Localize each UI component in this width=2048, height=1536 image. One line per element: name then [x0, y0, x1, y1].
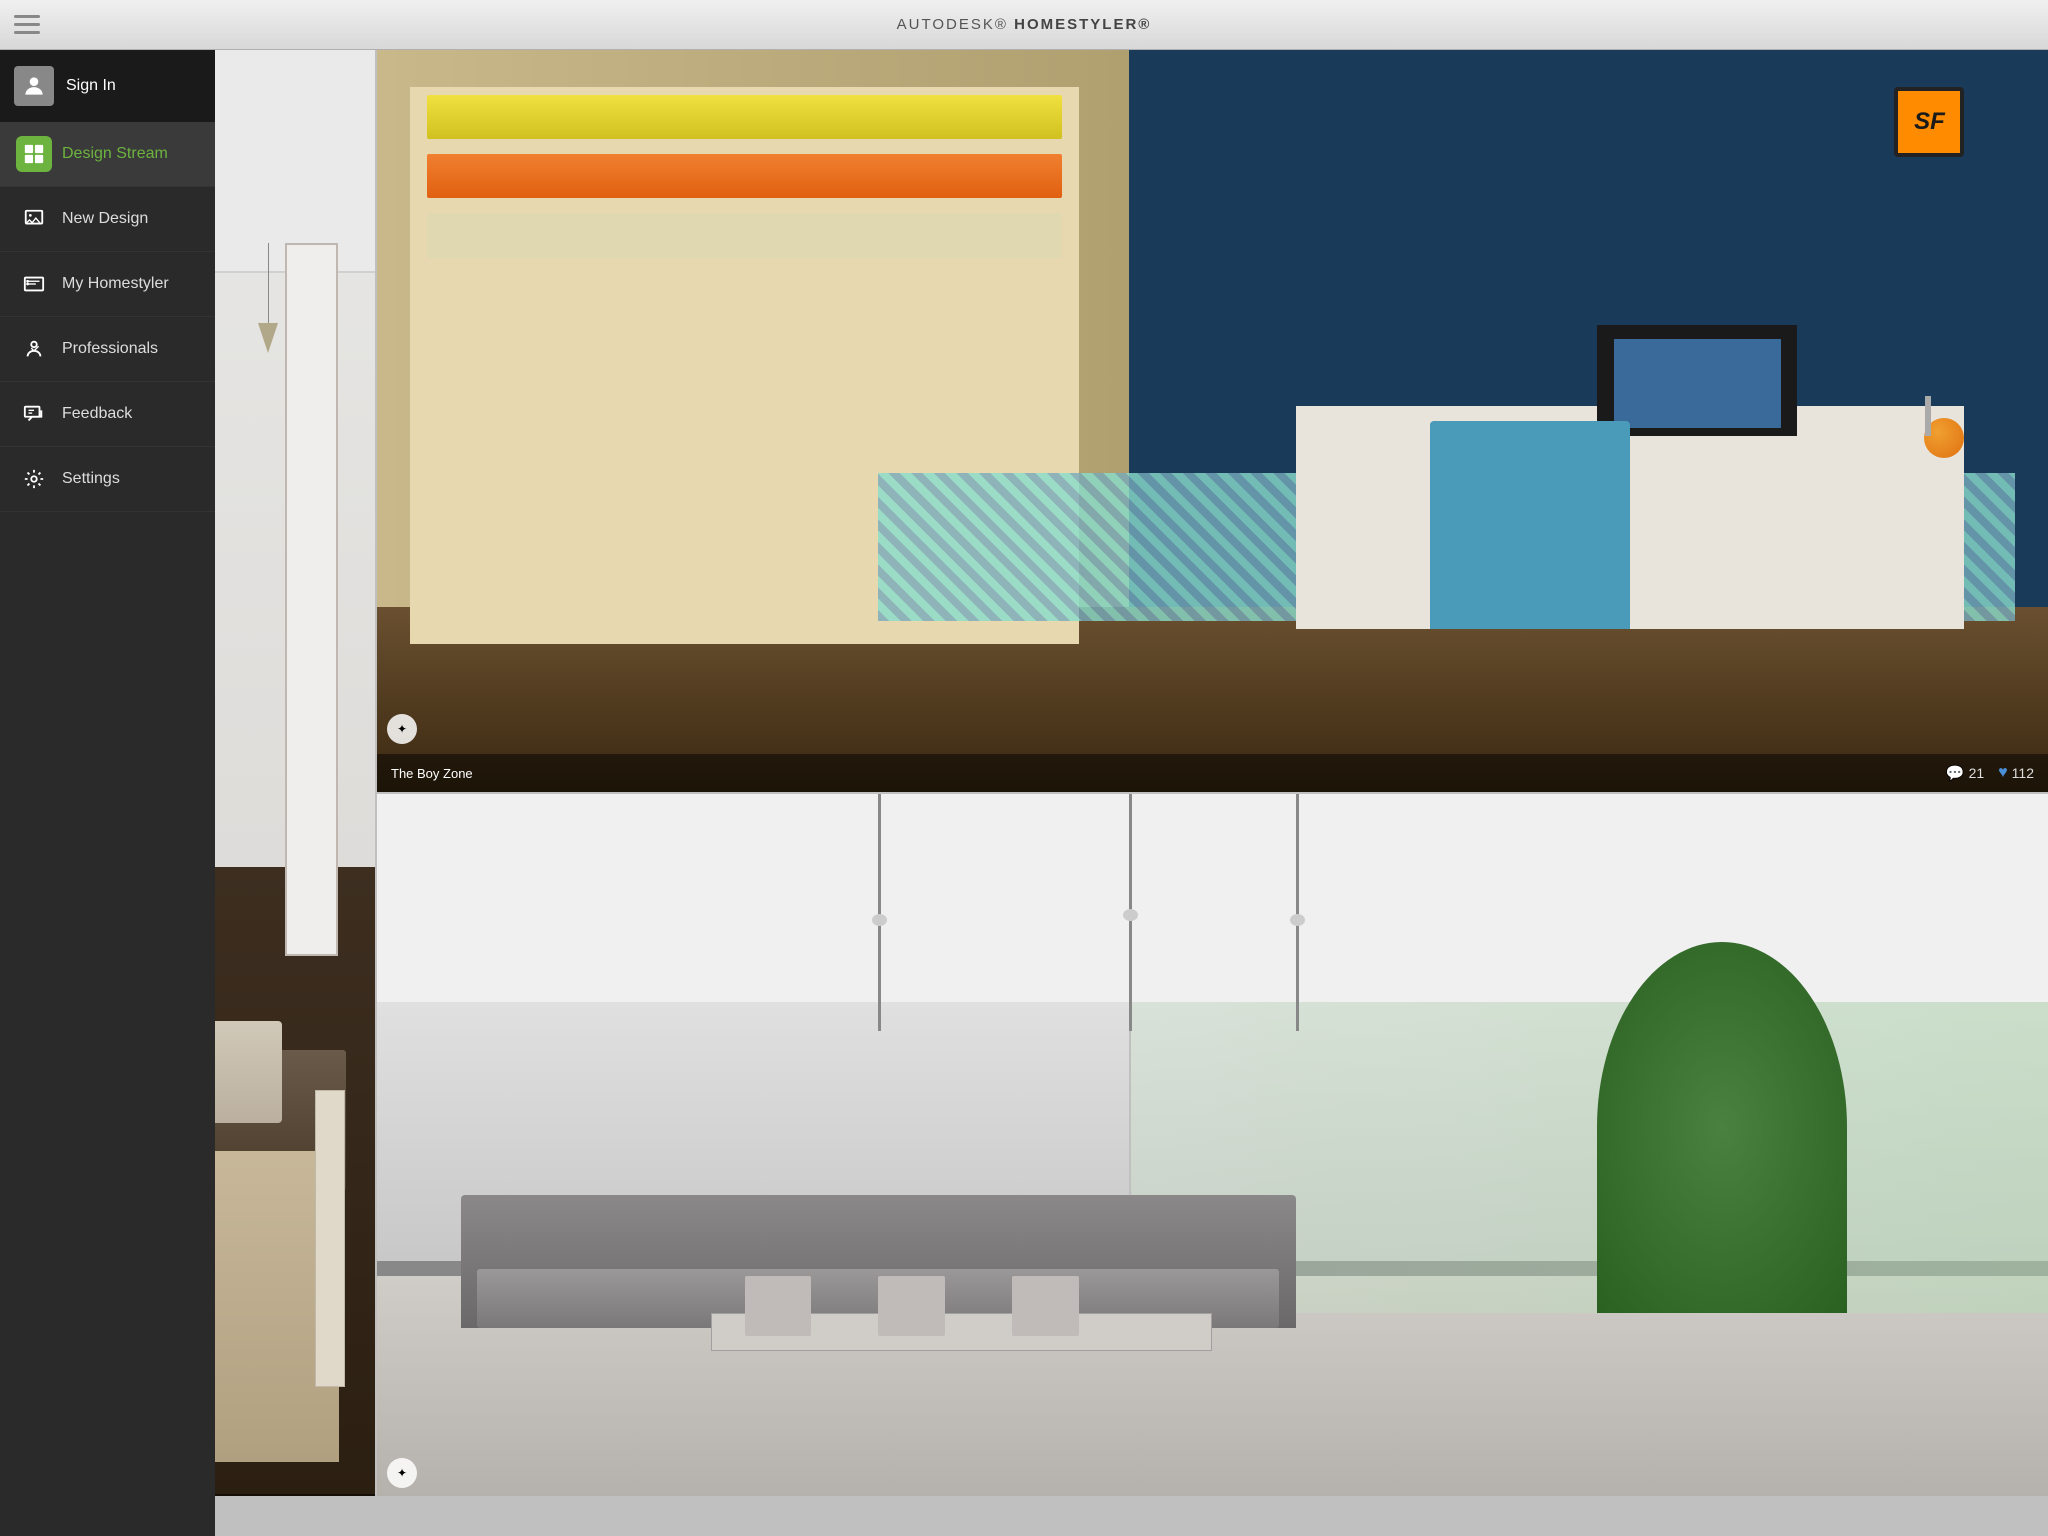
sf-logo: SF [1894, 87, 1964, 157]
like-count-tr: 112 [2012, 765, 2034, 781]
card-top-right-title: The Boy Zone [391, 766, 1946, 781]
sidebar-item-design-stream[interactable]: Design Stream [0, 122, 215, 187]
main-content: ✦ European View: Looking from the Outsid… [0, 50, 2048, 1536]
new-design-label: New Design [62, 210, 148, 228]
wand-icon-tr: ✦ [397, 722, 407, 736]
wand-button-top-right[interactable]: ✦ [387, 714, 417, 744]
like-stat-tr: ♥ 112 [1998, 764, 2034, 782]
living-room-image [377, 794, 2048, 1536]
design-stream-icon [16, 136, 52, 172]
menu-icon[interactable] [14, 15, 40, 34]
comment-icon-tr: 💬 [1946, 764, 1965, 782]
wand-icon-br: ✦ [397, 1466, 407, 1480]
bottom-strip [0, 1496, 2048, 1536]
heart-icon-tr: ♥ [1998, 764, 2008, 782]
my-homestyler-label: My Homestyler [62, 275, 169, 293]
settings-label: Settings [62, 470, 120, 488]
settings-icon [16, 461, 52, 497]
sidebar-item-feedback[interactable]: Feedback [0, 382, 215, 447]
sidebar-item-my-homestyler[interactable]: My Homestyler [0, 252, 215, 317]
title-main: HOMESTYLER® [1014, 16, 1151, 33]
app-title: AUTODESK® HOMESTYLER® [897, 16, 1152, 33]
professionals-label: Professionals [62, 340, 158, 358]
app-header: AUTODESK® HOMESTYLER® [0, 0, 2048, 50]
sf-logo-text: SF [1914, 108, 1945, 136]
design-stream-label: Design Stream [62, 145, 168, 163]
boy-zone-image: SF [377, 50, 2048, 792]
comment-count-tr: 21 [1969, 765, 1985, 781]
sign-in-button[interactable]: Sign In [0, 50, 215, 122]
feedback-icon [16, 396, 52, 432]
wand-button-bottom-right[interactable]: ✦ [387, 1458, 417, 1488]
my-homestyler-icon [16, 266, 52, 302]
card-living-room[interactable]: ✦ [377, 794, 2048, 1536]
card-top-right-stats: 💬 21 ♥ 112 [1946, 764, 2034, 782]
new-design-icon [16, 201, 52, 237]
card-top-right-overlay: The Boy Zone 💬 21 ♥ 112 [377, 754, 2048, 792]
sidebar-item-professionals[interactable]: Professionals [0, 317, 215, 382]
sidebar-item-settings[interactable]: Settings [0, 447, 215, 512]
comment-stat-tr: 💬 21 [1946, 764, 1984, 782]
avatar [14, 66, 54, 106]
sidebar-item-new-design[interactable]: New Design [0, 187, 215, 252]
professionals-icon [16, 331, 52, 367]
feedback-label: Feedback [62, 405, 132, 423]
user-icon [21, 73, 47, 99]
sign-in-label: Sign In [66, 77, 116, 95]
title-prefix: AUTODESK® [897, 16, 1008, 33]
sidebar: Sign In Design Stream New Design [0, 50, 215, 1536]
card-boy-zone[interactable]: SF ✦ The Boy Zone 💬 21 [377, 50, 2048, 792]
